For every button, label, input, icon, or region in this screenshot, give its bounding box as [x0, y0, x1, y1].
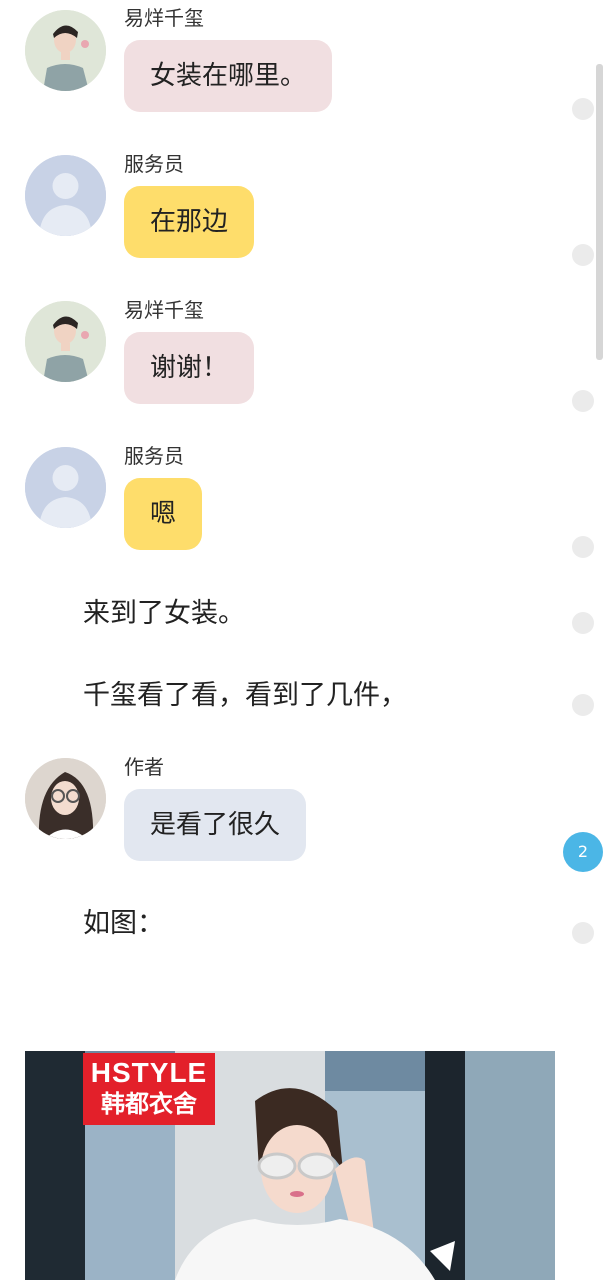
paragraph-comment-dot[interactable]: [572, 390, 594, 412]
chat-bubble[interactable]: 谢谢！: [124, 332, 255, 404]
product-photo[interactable]: HSTYLE 韩都衣舍: [25, 1051, 555, 1280]
speaker-name: 服务员: [124, 444, 184, 468]
paragraph-comment-dot[interactable]: [572, 536, 594, 558]
narration-line: 千玺看了看，看到了几件，: [83, 680, 407, 711]
speaker-name: 服务员: [124, 152, 184, 176]
boy-avatar-icon[interactable]: [25, 301, 106, 382]
narration-line: 来到了女装。: [83, 598, 245, 629]
default-person-icon[interactable]: [25, 447, 106, 528]
brand-logo: HSTYLE 韩都衣舍: [83, 1053, 215, 1125]
boy-avatar-icon[interactable]: [25, 10, 106, 91]
scrollbar[interactable]: [596, 64, 603, 360]
paragraph-comment-dot[interactable]: [572, 922, 594, 944]
chat-bubble[interactable]: 女装在哪里。: [124, 40, 333, 112]
chat-bubble[interactable]: 是看了很久: [124, 789, 307, 861]
speaker-name: 易烊千玺: [124, 298, 204, 322]
paragraph-comment-dot[interactable]: [572, 98, 594, 120]
chat-bubble[interactable]: 在那边: [124, 186, 255, 258]
default-person-icon[interactable]: [25, 155, 106, 236]
chat-bubble[interactable]: 嗯: [124, 478, 203, 550]
narration-line: 如图：: [83, 908, 164, 939]
comment-count-badge[interactable]: 2: [563, 832, 603, 872]
girl-avatar-icon[interactable]: [25, 758, 106, 839]
speaker-name: 易烊千玺: [124, 6, 204, 30]
brand-line-2: 韩都衣舍: [101, 1090, 197, 1118]
paragraph-comment-dot[interactable]: [572, 244, 594, 266]
paragraph-comment-dot[interactable]: [572, 694, 594, 716]
speaker-name: 作者: [124, 755, 164, 779]
brand-line-1: HSTYLE: [90, 1057, 208, 1088]
paragraph-comment-dot[interactable]: [572, 612, 594, 634]
